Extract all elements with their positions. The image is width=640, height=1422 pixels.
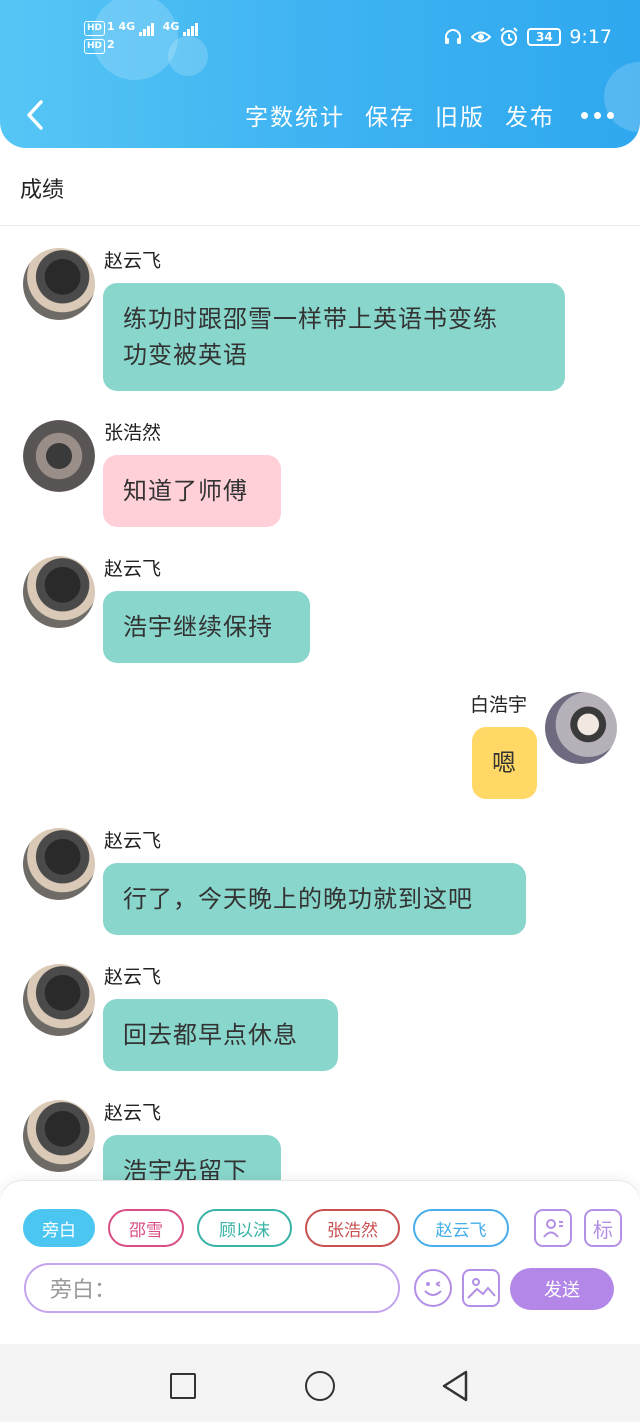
role-chip-shaoxue[interactable]: 邵雪 xyxy=(108,1209,184,1247)
save-button[interactable]: 保存 xyxy=(365,98,415,132)
speaker-name: 赵云飞 xyxy=(104,1102,162,1124)
message-item[interactable]: 赵云飞 练功时跟邵雪一样带上英语书变练 功变被英语 xyxy=(0,246,640,396)
image-icon[interactable] xyxy=(462,1269,500,1307)
word-count-button[interactable]: 字数统计 xyxy=(245,98,345,132)
avatar[interactable] xyxy=(23,828,95,900)
message-text-line: 功变被英语 xyxy=(123,341,248,369)
message-item[interactable]: 赵云飞 浩宇先留下 xyxy=(0,1098,640,1181)
message-text-line: 回去都早点休息 xyxy=(123,1021,298,1049)
chat-list[interactable]: 赵云飞 练功时跟邵雪一样带上英语书变练 功变被英语 张浩然 知道了师傅 赵云飞 … xyxy=(0,226,640,1181)
tag-button[interactable]: 标 xyxy=(584,1209,622,1247)
avatar[interactable] xyxy=(23,248,95,320)
message-bubble[interactable]: 浩宇先留下 xyxy=(103,1135,281,1181)
send-button[interactable]: 发送 xyxy=(510,1268,614,1310)
system-navigation-bar xyxy=(0,1344,640,1422)
avatar[interactable] xyxy=(23,556,95,628)
network-status: HD 1 4G 4G HD 2 xyxy=(84,20,199,54)
back-triangle-icon[interactable] xyxy=(440,1369,470,1403)
publish-button[interactable]: 发布 xyxy=(505,98,555,132)
battery-icon: 34 xyxy=(527,28,562,46)
app-header: HD 1 4G 4G HD 2 34 9:17 字数统计 保存 旧版 发布 xyxy=(0,0,640,148)
message-bubble[interactable]: 行了，今天晚上的晚功就到这吧 xyxy=(103,863,526,935)
message-text-line: 练功时跟邵雪一样带上英语书变练 xyxy=(123,305,498,333)
message-text-line: 行了，今天晚上的晚功就到这吧 xyxy=(123,885,473,913)
avatar[interactable] xyxy=(545,692,617,764)
avatar[interactable] xyxy=(23,420,95,492)
header-nav: 字数统计 保存 旧版 发布 xyxy=(0,92,640,136)
message-text-line: 浩宇继续保持 xyxy=(123,613,273,641)
message-item[interactable]: 张浩然 知道了师傅 xyxy=(0,418,640,528)
composer-panel: 旁白 邵雪 顾以沫 张浩然 赵云飞 标 旁白： 发送 xyxy=(0,1181,640,1316)
message-input[interactable]: 旁白： xyxy=(24,1263,400,1313)
clock: 9:17 xyxy=(569,26,612,48)
home-icon[interactable] xyxy=(305,1371,335,1401)
input-placeholder: 旁白： xyxy=(50,1278,117,1303)
header-actions: 字数统计 保存 旧版 发布 xyxy=(245,98,614,132)
speaker-name: 赵云飞 xyxy=(104,250,162,272)
role-chip-guyimo[interactable]: 顾以沫 xyxy=(197,1209,292,1247)
role-chip-zhanghaoran[interactable]: 张浩然 xyxy=(305,1209,400,1247)
speaker-name: 白浩宇 xyxy=(470,694,528,716)
story-title-row[interactable]: 成绩 xyxy=(0,148,640,226)
message-bubble[interactable]: 回去都早点休息 xyxy=(103,999,338,1071)
alarm-icon xyxy=(500,27,519,46)
old-version-button[interactable]: 旧版 xyxy=(435,98,485,132)
message-text-line: 嗯 xyxy=(492,749,517,777)
speaker-name: 赵云飞 xyxy=(104,558,162,580)
battery-level: 34 xyxy=(535,30,553,44)
avatar[interactable] xyxy=(23,964,95,1036)
message-text-line: 浩宇先留下 xyxy=(123,1157,248,1181)
story-title: 成绩 xyxy=(20,178,65,203)
message-bubble[interactable]: 练功时跟邵雪一样带上英语书变练 功变被英语 xyxy=(103,283,565,391)
headphones-icon xyxy=(445,29,462,44)
message-bubble[interactable]: 知道了师傅 xyxy=(103,455,281,527)
role-chip-narrator[interactable]: 旁白 xyxy=(23,1209,95,1247)
message-text-line: 知道了师傅 xyxy=(123,477,248,505)
status-icons: 34 9:17 xyxy=(443,26,612,48)
eye-icon xyxy=(471,31,492,43)
message-item[interactable]: 赵云飞 回去都早点休息 xyxy=(0,962,640,1072)
message-bubble[interactable]: 浩宇继续保持 xyxy=(103,591,310,663)
message-item[interactable]: 赵云飞 浩宇继续保持 xyxy=(0,554,640,664)
smiley-icon[interactable] xyxy=(414,1269,452,1307)
avatar[interactable] xyxy=(23,1100,95,1172)
speaker-name: 赵云飞 xyxy=(104,830,162,852)
more-dots-icon[interactable] xyxy=(581,111,614,119)
recent-apps-icon[interactable] xyxy=(170,1373,196,1399)
role-chip-zhaoyunfei[interactable]: 赵云飞 xyxy=(413,1209,509,1247)
person-card-icon[interactable] xyxy=(534,1209,572,1247)
speaker-name: 张浩然 xyxy=(104,422,162,444)
tag-icon-label: 标 xyxy=(593,1217,613,1242)
speaker-name: 赵云飞 xyxy=(104,966,162,988)
message-bubble[interactable]: 嗯 xyxy=(472,727,537,799)
message-item[interactable]: 白浩宇 嗯 xyxy=(0,690,640,810)
message-item[interactable]: 赵云飞 行了，今天晚上的晚功就到这吧 xyxy=(0,826,640,936)
chevron-left-icon[interactable] xyxy=(22,98,48,132)
